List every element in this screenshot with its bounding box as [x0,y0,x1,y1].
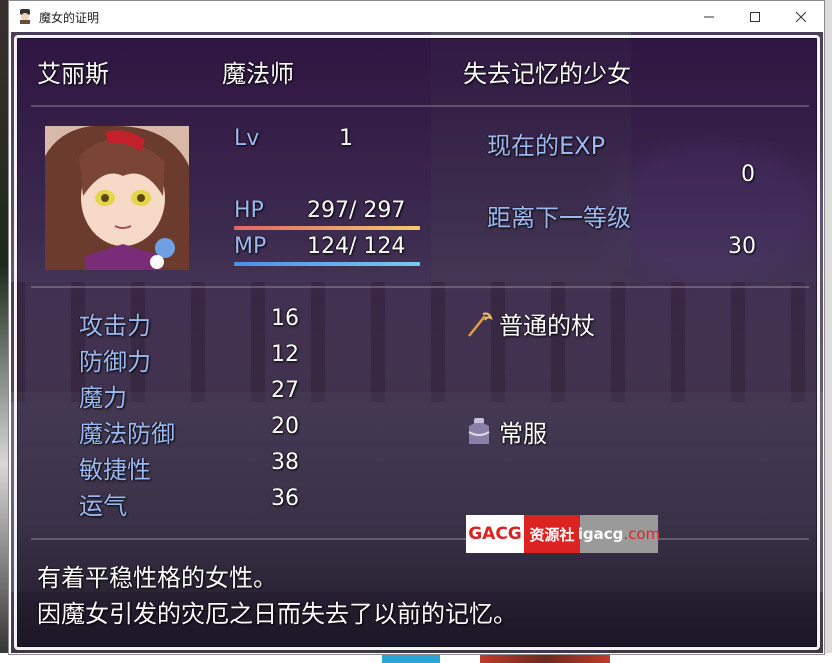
clothes-icon [468,418,490,444]
param-value: 27 [271,378,299,403]
actor-nickname: 失去记忆的少女 [463,60,631,88]
param-value: 20 [271,414,299,439]
level-label: Lv [234,126,260,151]
param-label: 防御力 [79,348,151,376]
mp-value: 124/ 124 [307,234,406,259]
watermark-domain: igacg [577,525,624,543]
equip-weapon-name: 普通的杖 [499,312,595,340]
exp-next-label: 距离下一等级 [487,204,631,232]
param-label: 攻击力 [79,312,151,340]
param-value: 16 [271,306,299,331]
hp-gauge [234,226,420,230]
separator [31,105,809,107]
mp-gauge [234,262,420,266]
profile-line-1: 有着平稳性格的女性。 [37,564,277,592]
close-button[interactable] [778,1,824,32]
exp-current-label: 现在的EXP [487,132,606,160]
param-label: 敏捷性 [79,456,151,484]
equip-armor-name: 常服 [499,420,547,448]
hp-label: HP [234,198,264,223]
param-label: 运气 [79,492,127,520]
exp-current-value: 0 [741,162,755,187]
actor-class: 魔法师 [222,60,294,88]
desktop-background-left [0,0,8,663]
desktop-background-right [825,0,832,663]
status-window: 艾丽斯 魔法师 失去记忆的少女 Lv 1 HP 297/ 297 MP 124/… [14,35,820,650]
maximize-icon [750,11,760,22]
watermark-part-c: igacg .com [577,515,661,553]
param-value: 38 [271,450,299,475]
param-value: 12 [271,342,299,367]
game-canvas[interactable]: 艾丽斯 魔法师 失去记忆的少女 Lv 1 HP 297/ 297 MP 124/… [11,32,823,653]
title-bar[interactable]: 魔女的证明 [9,1,824,32]
hp-value: 297/ 297 [307,198,406,223]
minimize-button[interactable] [686,1,732,32]
watermark-tld: .com [623,525,661,543]
watermark-part-a: GACG [466,515,524,553]
game-window: 魔女的证明 艾丽斯 魔法师 失去记忆的少女 Lv 1 HP 297/ 297 M… [8,0,825,655]
mp-label: MP [234,234,267,259]
level-value: 1 [339,126,353,151]
separator [31,286,809,288]
watermark-part-b: 资源社 [524,515,580,553]
window-title: 魔女的证明 [39,11,100,25]
exp-next-value: 30 [728,234,756,259]
param-label: 魔力 [79,384,127,412]
param-label: 魔法防御 [79,420,175,448]
close-icon [796,11,806,22]
maximize-button[interactable] [732,1,778,32]
actor-portrait [45,126,189,270]
actor-name: 艾丽斯 [37,60,109,88]
minimize-icon [704,16,714,17]
param-value: 36 [271,486,299,511]
profile-line-2: 因魔女引发的灾厄之日而失去了以前的记忆。 [37,600,517,628]
staff-icon [468,312,493,337]
separator [31,538,809,540]
app-icon [20,9,30,24]
watermark-logo: GACG 资源社 igacg .com [466,515,661,553]
